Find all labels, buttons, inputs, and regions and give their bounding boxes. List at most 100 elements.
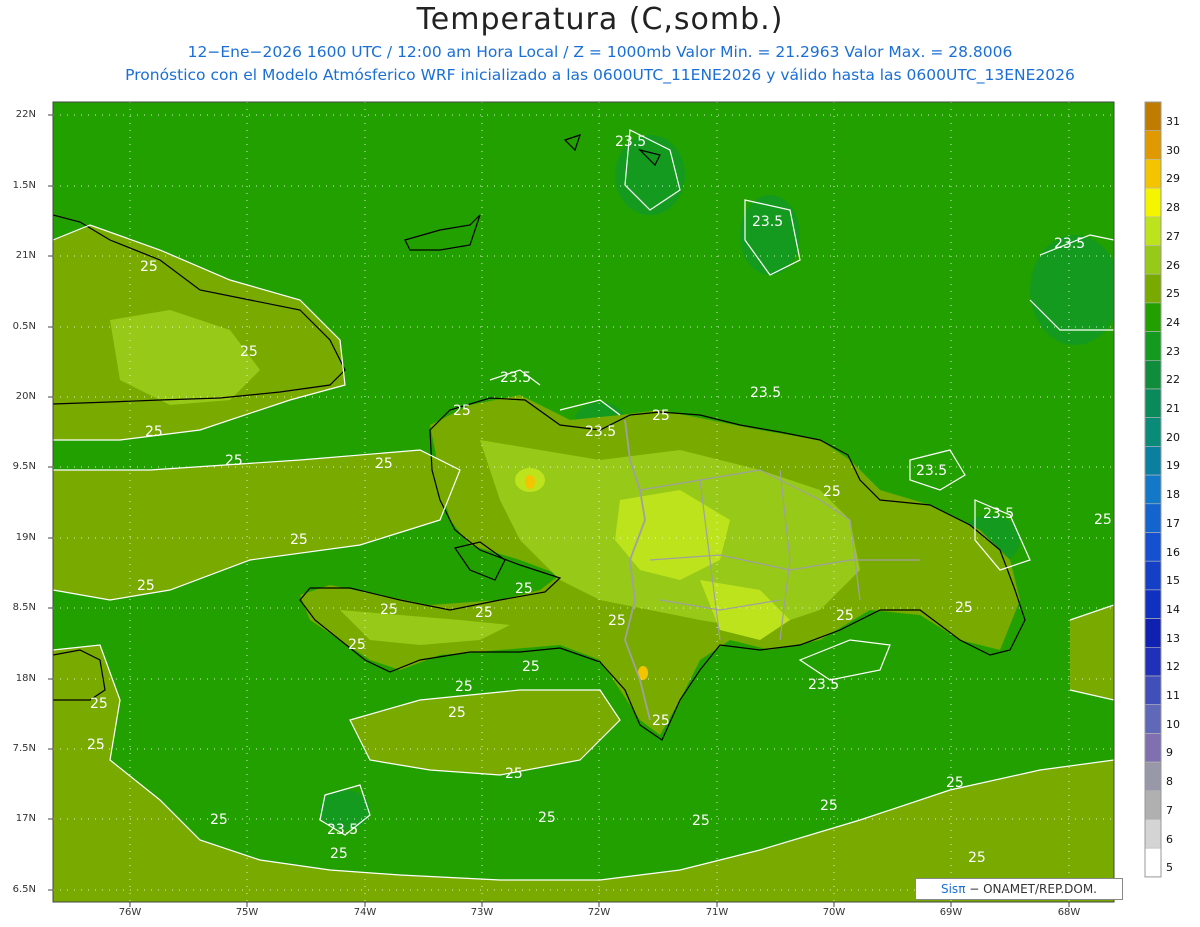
lon-label: 74W <box>353 907 377 918</box>
lon-label: 68W <box>1057 907 1081 918</box>
lat-label: 21N <box>15 250 36 261</box>
colorbar-label: 31 <box>1166 115 1180 128</box>
lat-label: 6.5N <box>12 884 36 895</box>
lat-label: 22N <box>15 109 36 120</box>
contour-label: 25 <box>538 810 556 826</box>
contour-label: 25 <box>375 456 393 472</box>
colorbar-label: 27 <box>1166 229 1180 243</box>
contour-label: 23.5 <box>327 822 358 838</box>
lon-label: 75W <box>235 907 259 918</box>
contour-label: 25 <box>522 659 540 675</box>
contour-label: 23.5 <box>1054 236 1085 252</box>
lon-label: 76W <box>118 907 142 918</box>
colorbar-swatch <box>1144 130 1162 160</box>
lat-label: 17N <box>15 813 36 824</box>
colorbar-swatch <box>1144 733 1162 763</box>
contour-label: 25 <box>946 775 964 791</box>
colorbar-label: 25 <box>1166 287 1180 301</box>
contour-label: 23.5 <box>752 214 783 230</box>
colorbar-label: 23 <box>1166 344 1180 358</box>
colorbar-swatch <box>1144 101 1162 132</box>
contour-label: 23.5 <box>615 134 646 150</box>
colorbar-swatch <box>1144 646 1162 677</box>
colorbar-label: 6 <box>1166 832 1173 846</box>
contour-label: 25 <box>515 581 533 597</box>
lat-label: 7.5N <box>12 743 36 754</box>
lat-label: 9.5N <box>12 461 36 472</box>
contour-label: 25 <box>290 532 308 548</box>
colorbar-swatch <box>1144 618 1162 648</box>
lon-label: 70W <box>822 907 846 918</box>
colorbar-label: 8 <box>1166 775 1173 789</box>
contour-label: 25 <box>140 259 158 275</box>
contour-label: 23.5 <box>500 370 531 386</box>
colorbar-swatch <box>1144 187 1162 218</box>
contour-label: 25 <box>652 713 670 729</box>
contour-label: 25 <box>225 453 243 469</box>
contour-label: 23.5 <box>808 677 839 693</box>
colorbar-label: 5 <box>1166 861 1173 875</box>
colorbar-swatch <box>1144 302 1162 332</box>
lon-label: 73W <box>470 907 494 918</box>
contour-label: 25 <box>505 766 523 782</box>
contour-label: 25 <box>90 696 108 712</box>
contour-label: 25 <box>955 600 973 616</box>
contour-label: 25 <box>137 578 155 594</box>
colorbar-swatch <box>1144 417 1162 447</box>
colorbar-label: 16 <box>1166 545 1180 559</box>
contour-label: 25 <box>448 705 466 721</box>
lat-label: 20N <box>15 391 36 402</box>
lat-label: 0.5N <box>12 321 36 332</box>
colorbar-swatch <box>1144 790 1162 820</box>
colorbar-swatch <box>1144 589 1162 619</box>
contour-label: 25 <box>968 850 986 866</box>
colorbar-label: 21 <box>1166 402 1180 415</box>
credit-text: − ONAMET/REP.DOM. <box>965 882 1097 896</box>
colorbar-label: 30 <box>1166 143 1180 157</box>
colorbar-label: 29 <box>1166 172 1180 186</box>
colorbar-swatch <box>1144 273 1162 304</box>
colorbar-label: 28 <box>1166 201 1180 215</box>
colorbar-label: 12 <box>1166 660 1180 674</box>
colorbar-swatch <box>1144 819 1162 849</box>
contour-label: 25 <box>380 602 398 618</box>
lat-label: 8.5N <box>12 602 36 613</box>
colorbar-label: 7 <box>1166 803 1173 817</box>
colorbar-label: 24 <box>1166 315 1180 329</box>
colorbar-swatch <box>1144 761 1162 792</box>
colorbar-swatch <box>1144 474 1162 505</box>
contour-label: 25 <box>475 605 493 621</box>
contour-label: 25 <box>1094 512 1112 528</box>
contour-label: 23.5 <box>585 424 616 440</box>
colorbar-swatch <box>1144 446 1162 476</box>
colorbar <box>1144 101 1162 878</box>
colorbar-label: 15 <box>1166 574 1180 588</box>
colorbar-label: 18 <box>1166 488 1180 502</box>
contour-label: 25 <box>455 679 473 695</box>
colorbar-label: 19 <box>1166 459 1180 473</box>
contour-label: 25 <box>453 403 471 419</box>
lat-label: 18N <box>15 673 36 684</box>
colorbar-label: 13 <box>1166 631 1180 645</box>
colorbar-swatch <box>1144 245 1162 275</box>
colorbar-swatch <box>1144 532 1162 562</box>
contour-label: 25 <box>348 637 366 653</box>
credit-box: Sisπ − ONAMET/REP.DOM. <box>915 878 1123 900</box>
contour-label: 25 <box>652 408 670 424</box>
contour-label: 25 <box>210 812 228 828</box>
contour-label: 23.5 <box>750 385 781 401</box>
colorbar-label: 10 <box>1166 717 1180 731</box>
colorbar-label: 26 <box>1166 258 1180 272</box>
colorbar-swatch <box>1144 359 1162 390</box>
contour-label: 25 <box>692 813 710 829</box>
contour-label: 25 <box>240 344 258 360</box>
colorbar-swatch <box>1144 388 1162 419</box>
map-plot-area: 23.5 23.5 23.5 23.5 23.5 23.5 23.5 23.5 … <box>53 102 1114 902</box>
colorbar-label: 14 <box>1166 602 1180 616</box>
colorbar-swatch <box>1144 159 1162 189</box>
colorbar-swatch <box>1144 216 1162 246</box>
colorbar-swatch <box>1144 503 1162 533</box>
contour-label: 23.5 <box>916 463 947 479</box>
contour-label: 25 <box>145 424 163 440</box>
colorbar-swatch <box>1144 331 1162 361</box>
